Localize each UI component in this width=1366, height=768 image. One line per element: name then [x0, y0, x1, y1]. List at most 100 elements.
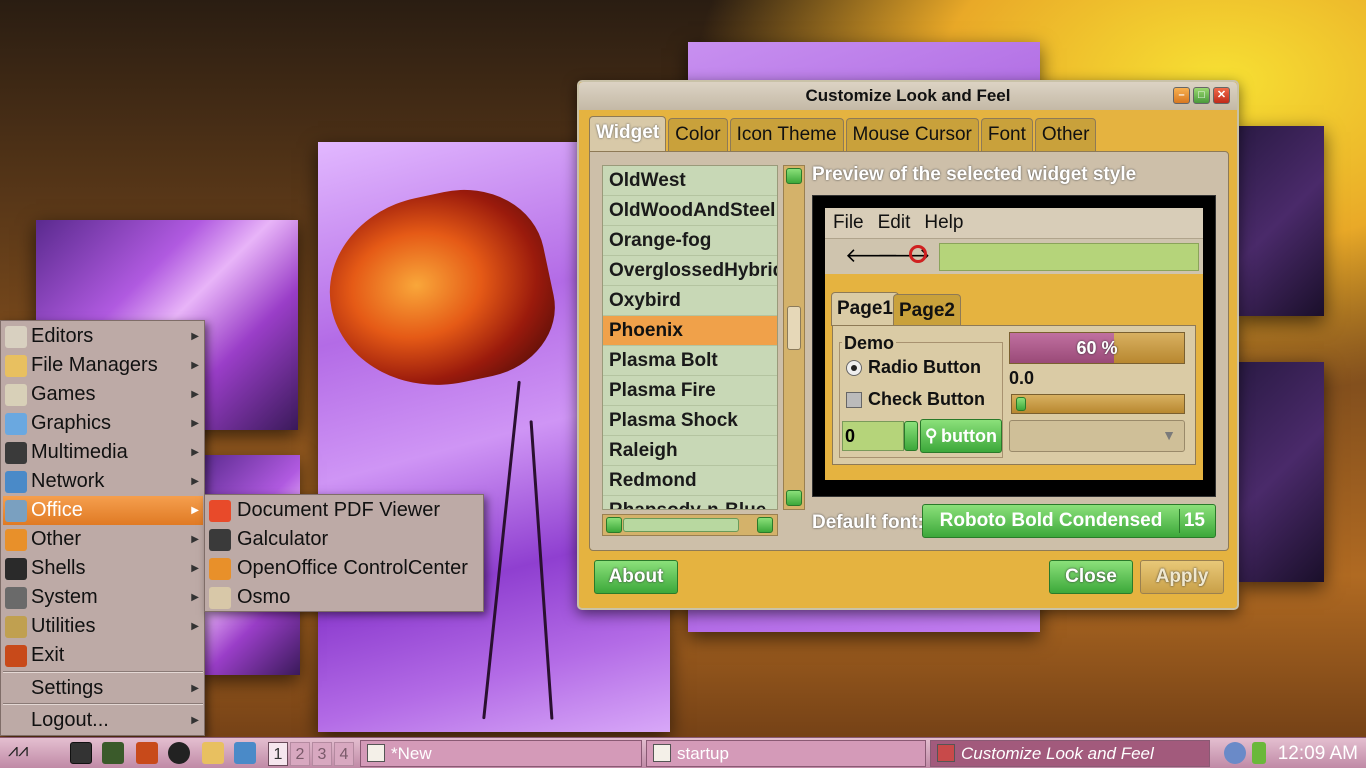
- scroll-down-button[interactable]: [786, 490, 802, 506]
- workspace-2[interactable]: 2: [290, 742, 310, 766]
- tab-font[interactable]: Font: [980, 118, 1033, 152]
- stop-icon[interactable]: [909, 245, 927, 263]
- check-button[interactable]: Check Button: [846, 389, 985, 410]
- scale-thumb[interactable]: [1016, 397, 1026, 411]
- tab-color[interactable]: Color: [668, 118, 728, 152]
- spin-entry[interactable]: 0: [842, 421, 904, 451]
- theme-list[interactable]: OldWest OldWoodAndSteel Orange-fog Overglos…: [602, 165, 778, 510]
- close-icon[interactable]: ✕: [1213, 87, 1230, 104]
- checkbox-indicator[interactable]: [846, 391, 862, 408]
- hscroll-thumb[interactable]: [623, 518, 739, 532]
- workspace-4[interactable]: 4: [334, 742, 354, 766]
- task-new[interactable]: *New: [360, 740, 642, 767]
- menu-item-games[interactable]: Games ▶: [3, 380, 203, 409]
- apps-grid-icon[interactable]: [136, 742, 158, 764]
- task-startup[interactable]: startup: [646, 740, 926, 767]
- menu-item-label: Office: [31, 499, 83, 521]
- workspace-3[interactable]: 3: [312, 742, 332, 766]
- menu-item-network[interactable]: Network ▶: [3, 467, 203, 496]
- submenu-item-galculator[interactable]: Galculator: [207, 525, 482, 554]
- scroll-up-button[interactable]: [786, 168, 802, 184]
- submenu-item-document-pdf-viewer[interactable]: Document PDF Viewer: [207, 496, 482, 525]
- scale-value: 0.0: [1009, 368, 1035, 388]
- clock[interactable]: 12:09 AM: [1278, 740, 1358, 767]
- other-icon: [5, 528, 27, 551]
- preview-tab-page1[interactable]: Page1: [831, 292, 899, 326]
- menu-item-system[interactable]: System ▶: [3, 583, 203, 612]
- menu-item-utilities[interactable]: Utilities ▶: [3, 612, 203, 641]
- theme-list-item[interactable]: OldWest: [603, 166, 777, 196]
- preview-label: Preview of the selected widget style: [812, 164, 1137, 185]
- theme-list-item[interactable]: Oxybird: [603, 286, 777, 316]
- font-chooser-button[interactable]: Roboto Bold Condensed 15: [922, 504, 1216, 538]
- theme-list-item[interactable]: Phoenix: [603, 316, 777, 346]
- theme-list-item[interactable]: Rhapsody-n-Blue: [603, 496, 777, 509]
- preview-entry[interactable]: [939, 243, 1199, 271]
- theme-list-item[interactable]: Plasma Bolt: [603, 346, 777, 376]
- menu-item-other[interactable]: Other ▶: [3, 525, 203, 554]
- scroll-left-button[interactable]: [606, 517, 622, 533]
- menu-item-file-managers[interactable]: File Managers ▶: [3, 351, 203, 380]
- scale-slider[interactable]: [1011, 394, 1185, 414]
- menu-item-shells[interactable]: Shells ▶: [3, 554, 203, 583]
- menu-item-office[interactable]: Office ▶: [3, 496, 203, 525]
- spin-arrows[interactable]: [904, 421, 918, 451]
- folder-icon[interactable]: [202, 742, 224, 764]
- preview-menu-edit[interactable]: Edit: [878, 208, 911, 238]
- tab-mouse-cursor[interactable]: Mouse Cursor: [845, 118, 979, 152]
- terminal-icon: [5, 557, 27, 580]
- tab-icon-theme[interactable]: Icon Theme: [729, 118, 844, 152]
- preview-tab-body: Demo Radio Button Check Button 0 ⚲ butto…: [832, 325, 1196, 465]
- font-size: 15: [1183, 510, 1205, 531]
- preview-button[interactable]: ⚲ button: [920, 419, 1002, 453]
- tab-widget[interactable]: Widget: [589, 116, 667, 152]
- minimize-icon[interactable]: –: [1173, 87, 1190, 104]
- combo-box[interactable]: ▼: [1009, 420, 1185, 452]
- menu-item-label: Editors: [31, 325, 94, 347]
- about-button[interactable]: About: [594, 560, 678, 594]
- close-button[interactable]: Close: [1049, 560, 1133, 594]
- dialog-title[interactable]: Customize Look and Feel: [579, 82, 1237, 110]
- media-icon[interactable]: [102, 742, 124, 764]
- menu-item-exit[interactable]: Exit: [3, 641, 203, 670]
- theme-list-item[interactable]: Plasma Fire: [603, 376, 777, 406]
- radio-indicator[interactable]: [846, 359, 862, 376]
- chevron-down-icon: ▼: [1162, 427, 1176, 443]
- submenu-item-osmo[interactable]: Osmo: [207, 583, 482, 612]
- theme-list-item[interactable]: OldWoodAndSteel: [603, 196, 777, 226]
- terminal-icon[interactable]: [70, 742, 92, 764]
- network-tray-icon[interactable]: [1224, 742, 1246, 764]
- menu-item-logout[interactable]: Logout... ▶: [3, 706, 203, 735]
- scroll-right-button[interactable]: [757, 517, 773, 533]
- menu-item-editors[interactable]: Editors ▶: [3, 322, 203, 351]
- task-customize-look-and-feel[interactable]: Customize Look and Feel: [930, 740, 1210, 767]
- menu-launcher-icon[interactable]: ⩘⩘: [8, 740, 28, 761]
- apply-button[interactable]: Apply: [1140, 560, 1224, 594]
- tab-other[interactable]: Other: [1034, 118, 1097, 152]
- theme-list-item[interactable]: Plasma Shock: [603, 406, 777, 436]
- network-icon[interactable]: [234, 742, 256, 764]
- theme-list-vscrollbar[interactable]: [783, 165, 805, 510]
- theme-list-hscrollbar[interactable]: [602, 514, 778, 536]
- preview-menu-file[interactable]: File: [833, 208, 864, 238]
- browser-icon[interactable]: [168, 742, 190, 764]
- menu-item-multimedia[interactable]: Multimedia ▶: [3, 438, 203, 467]
- menu-item-graphics[interactable]: Graphics ▶: [3, 409, 203, 438]
- theme-list-item[interactable]: Orange-fog: [603, 226, 777, 256]
- preview-tab-page2[interactable]: Page2: [893, 294, 961, 326]
- submenu-item-openoffice-controlcenter[interactable]: OpenOffice ControlCenter: [207, 554, 482, 583]
- font-name: Roboto Bold Condensed: [939, 510, 1163, 531]
- utilities-icon: [5, 615, 27, 638]
- preview-menu-help[interactable]: Help: [924, 208, 963, 238]
- theme-list-item[interactable]: Raleigh: [603, 436, 777, 466]
- scroll-thumb[interactable]: [787, 306, 801, 350]
- workspace-1[interactable]: 1: [268, 742, 288, 766]
- radio-button[interactable]: Radio Button: [846, 357, 981, 378]
- theme-list-item[interactable]: Redmond: [603, 466, 777, 496]
- menu-item-label: Other: [31, 528, 82, 550]
- menu-item-settings[interactable]: Settings ▶: [3, 674, 203, 703]
- pdf-viewer-icon: [209, 499, 231, 522]
- maximize-icon[interactable]: □: [1193, 87, 1210, 104]
- theme-list-item[interactable]: OverglossedHybrid: [603, 256, 777, 286]
- battery-icon[interactable]: [1252, 742, 1266, 764]
